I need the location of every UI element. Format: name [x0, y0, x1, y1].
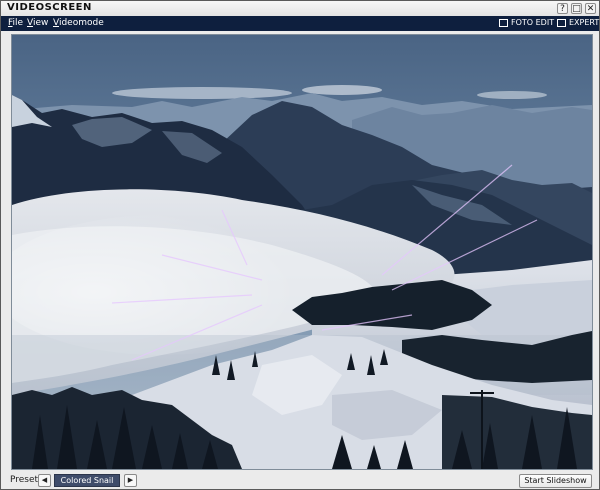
preset-selector[interactable]: Colored Snail [54, 474, 120, 487]
menu-file[interactable]: File [8, 18, 23, 28]
menu-view[interactable]: View [27, 18, 48, 28]
close-button[interactable]: ✕ [585, 3, 596, 14]
bottom-toolbar: Preset ◀ Colored Snail ▶ Start Slideshow [1, 471, 599, 489]
title-bar: VIDEOSCREEN ? □ ✕ [1, 1, 599, 17]
menu-videomode[interactable]: Videomode [53, 18, 104, 28]
app-window: VIDEOSCREEN ? □ ✕ File View Videomode FO… [0, 0, 600, 490]
expert-label: EXPERT [569, 18, 600, 27]
photo-viewer[interactable] [11, 34, 593, 470]
restore-button[interactable]: □ [571, 3, 582, 14]
preset-next-button[interactable]: ▶ [124, 474, 137, 487]
preset-prev-button[interactable]: ◀ [38, 474, 51, 487]
menu-videomode-label: ideomode [58, 18, 104, 28]
menu-view-label: iew [32, 18, 49, 28]
menu-bar: File View Videomode FOTO EDIT EXPERT [1, 16, 599, 31]
foto-edit-toggle[interactable]: FOTO EDIT [499, 18, 554, 27]
checkbox-icon [557, 18, 566, 27]
menu-file-label: ile [12, 18, 24, 28]
preset-label: Preset [10, 475, 39, 485]
foto-edit-label: FOTO EDIT [511, 18, 555, 27]
checkbox-icon [499, 18, 508, 27]
app-title: VIDEOSCREEN [7, 2, 92, 13]
mountain-landscape-image [12, 35, 592, 469]
expert-toggle[interactable]: EXPERT [557, 18, 599, 27]
start-slideshow-button[interactable]: Start Slideshow [519, 474, 592, 488]
help-button[interactable]: ? [557, 3, 568, 14]
